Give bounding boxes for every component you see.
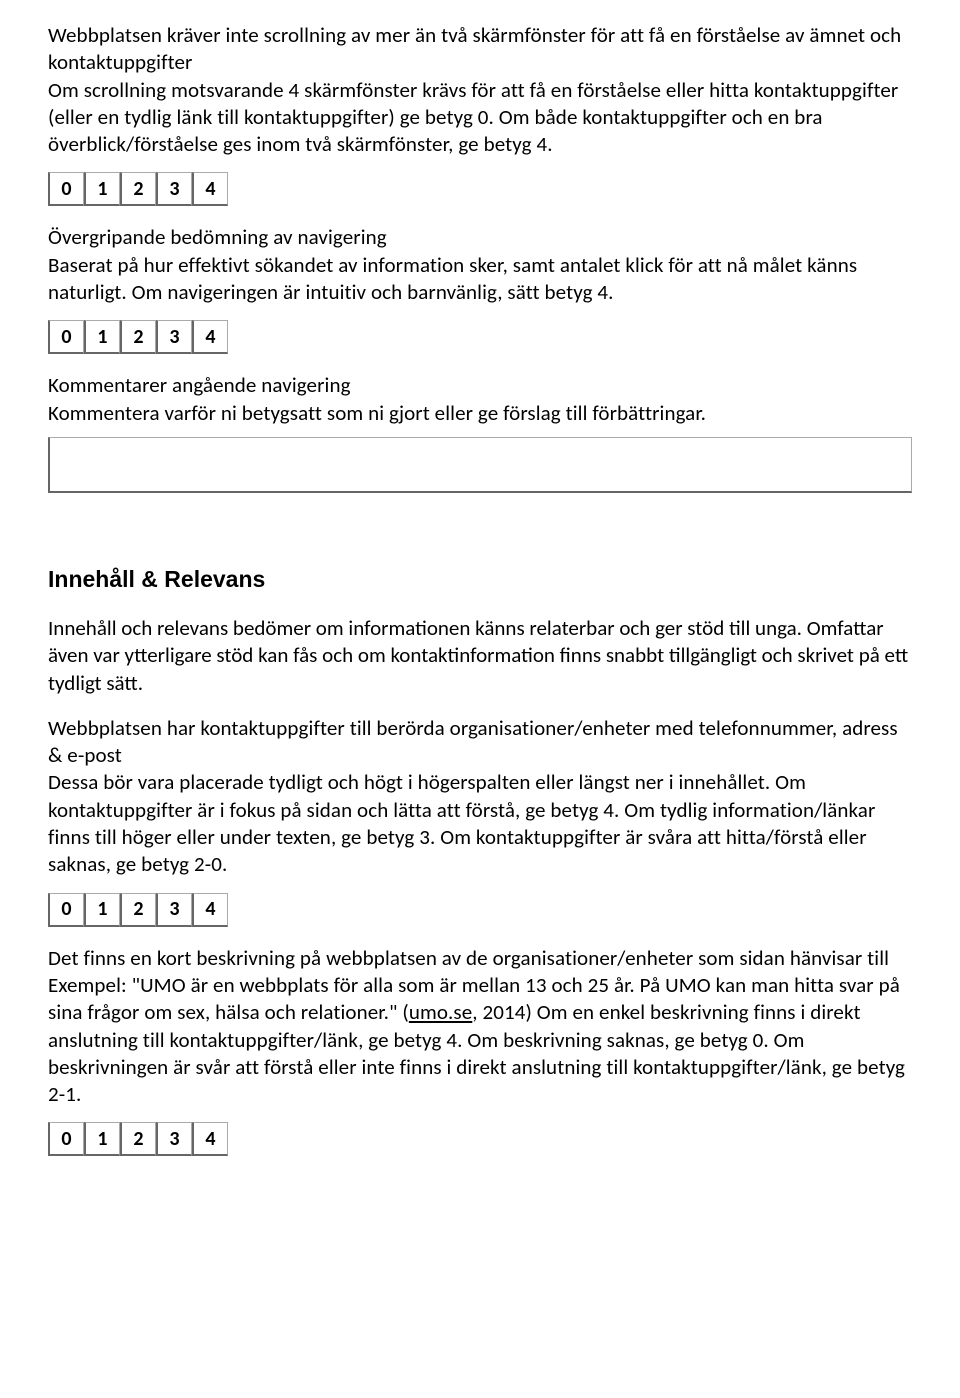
rating-cell-2[interactable]: 2 — [120, 1122, 156, 1156]
q4-desc: Dessa bör vara placerade tydligt och hög… — [48, 769, 912, 878]
rating-cell-4[interactable]: 4 — [192, 1122, 228, 1156]
rating-cell-3[interactable]: 3 — [156, 893, 192, 927]
comment-input[interactable] — [48, 437, 912, 493]
rating-cell-1[interactable]: 1 — [84, 1122, 120, 1156]
section-heading-content-relevance: Innehåll & Relevans — [48, 566, 912, 593]
q3-desc: Kommentera varför ni betygsatt som ni gj… — [48, 400, 912, 427]
table-row: 0 1 2 3 4 — [48, 1122, 228, 1156]
question-navigation-overall: Övergripande bedömning av navigering Bas… — [48, 224, 912, 354]
rating-cell-3[interactable]: 3 — [156, 1122, 192, 1156]
q2-title: Övergripande bedömning av navigering — [48, 224, 912, 251]
q1-title: Webbplatsen kräver inte scrollning av me… — [48, 22, 912, 77]
rating-cell-1[interactable]: 1 — [84, 172, 120, 206]
rating-cell-0[interactable]: 0 — [48, 1122, 84, 1156]
question-contact-details: Webbplatsen har kontaktuppgifter till be… — [48, 715, 912, 927]
rating-cell-3[interactable]: 3 — [156, 172, 192, 206]
rating-cell-1[interactable]: 1 — [84, 893, 120, 927]
rating-cell-0[interactable]: 0 — [48, 893, 84, 927]
rating-cell-4[interactable]: 4 — [192, 893, 228, 927]
rating-cell-2[interactable]: 2 — [120, 893, 156, 927]
table-row: 0 1 2 3 4 — [48, 893, 228, 927]
rating-cell-1[interactable]: 1 — [84, 320, 120, 354]
rating-cell-2[interactable]: 2 — [120, 172, 156, 206]
q5-desc: Exempel: "UMO är en webbplats för alla s… — [48, 972, 912, 1108]
question-navigation-comments: Kommentarer angående navigering Kommente… — [48, 372, 912, 534]
q5-rating-table: 0 1 2 3 4 — [48, 1122, 228, 1156]
q1-rating-table: 0 1 2 3 4 — [48, 172, 228, 206]
q2-rating-table: 0 1 2 3 4 — [48, 320, 228, 354]
rating-cell-0[interactable]: 0 — [48, 172, 84, 206]
rating-cell-3[interactable]: 3 — [156, 320, 192, 354]
q1-desc: Om scrollning motsvarande 4 skärmfönster… — [48, 77, 912, 159]
section-intro: Innehåll och relevans bedömer om informa… — [48, 615, 912, 697]
q4-rating-table: 0 1 2 3 4 — [48, 893, 228, 927]
q3-title: Kommentarer angående navigering — [48, 372, 912, 399]
rating-cell-0[interactable]: 0 — [48, 320, 84, 354]
rating-cell-2[interactable]: 2 — [120, 320, 156, 354]
q2-desc: Baserat på hur effektivt sökandet av inf… — [48, 252, 912, 307]
umo-link[interactable]: umo.se — [409, 999, 472, 1025]
q4-title: Webbplatsen har kontaktuppgifter till be… — [48, 715, 912, 770]
rating-cell-4[interactable]: 4 — [192, 172, 228, 206]
table-row: 0 1 2 3 4 — [48, 320, 228, 354]
question-scrolling: Webbplatsen kräver inte scrollning av me… — [48, 22, 912, 206]
table-row: 0 1 2 3 4 — [48, 172, 228, 206]
question-org-description: Det finns en kort beskrivning på webbpla… — [48, 945, 912, 1157]
rating-cell-4[interactable]: 4 — [192, 320, 228, 354]
q5-title: Det finns en kort beskrivning på webbpla… — [48, 945, 912, 972]
